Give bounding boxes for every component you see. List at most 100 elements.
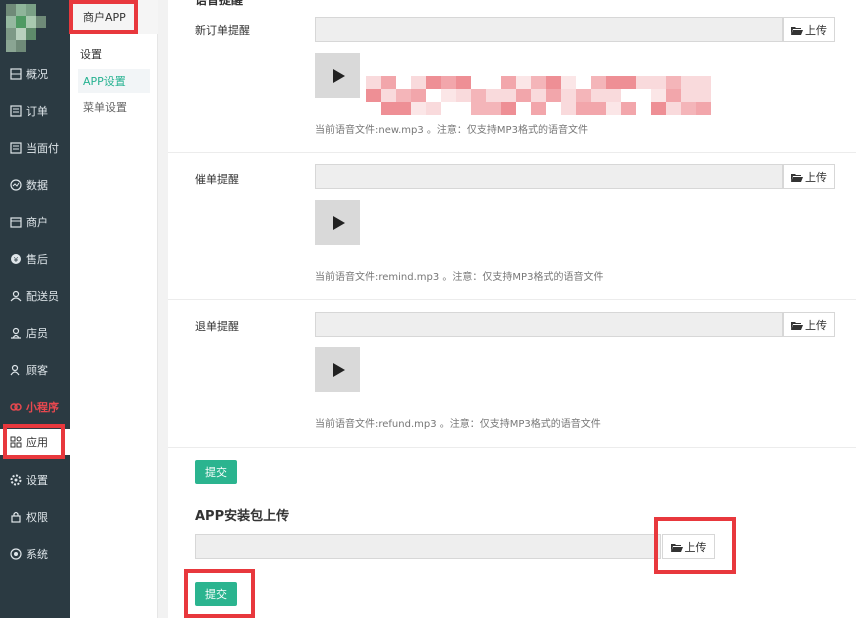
- overview-icon: [9, 67, 23, 81]
- remind-file-field[interactable]: [315, 164, 783, 189]
- waveform-pixel: [666, 102, 681, 115]
- refund-file-field[interactable]: [315, 312, 783, 337]
- nav-item-settings[interactable]: 设置: [0, 467, 70, 493]
- waveform-pixel: [381, 89, 396, 102]
- waveform-pixel: [591, 89, 606, 102]
- waveform-pixel: [546, 76, 561, 89]
- remind-hint: 当前语音文件:remind.mp3 。注意：仅支持MP3格式的语音文件: [315, 272, 604, 283]
- play-icon: [333, 215, 345, 230]
- apk-upload-button[interactable]: 上传: [662, 534, 715, 559]
- nav-label: 顾客: [26, 364, 48, 377]
- waveform-pixel: [501, 89, 516, 102]
- apk-file-field[interactable]: [195, 534, 661, 559]
- remind-upload-button[interactable]: 上传: [783, 164, 835, 189]
- waveform-pixel: [426, 102, 441, 115]
- nav-label: 当面付: [26, 142, 59, 155]
- new-order-file-field[interactable]: [315, 17, 783, 42]
- waveform-pixel: [456, 89, 471, 102]
- remind-play-button[interactable]: [315, 200, 360, 245]
- apps-icon: [9, 435, 23, 449]
- refund-upload-button[interactable]: 上传: [783, 312, 835, 337]
- play-icon: [333, 362, 345, 377]
- face-pay-icon: [9, 141, 23, 155]
- nav-label: 小程序: [26, 401, 59, 414]
- nav-item-after-sale[interactable]: ¥ 售后: [0, 246, 70, 272]
- nav-label: 订单: [26, 105, 48, 118]
- nav-item-overview[interactable]: 概况: [0, 61, 70, 87]
- waveform-pixel: [606, 76, 621, 89]
- waveform-pixel: [381, 102, 396, 115]
- nav-item-merchant[interactable]: 商户: [0, 209, 70, 235]
- waveform-pixel: [531, 89, 546, 102]
- sub-nav-app-settings[interactable]: APP设置: [78, 69, 150, 93]
- data-icon: [9, 178, 23, 192]
- waveform-pixel: [471, 89, 486, 102]
- new-order-play-button[interactable]: [315, 53, 360, 98]
- nav-item-orders[interactable]: 订单: [0, 98, 70, 124]
- waveform-pixel: [516, 76, 531, 89]
- nav-item-customer[interactable]: 顾客: [0, 357, 70, 383]
- settings-icon: [9, 473, 23, 487]
- waveform-pixel: [561, 89, 576, 102]
- sub-nav-title[interactable]: 商户APP: [70, 0, 158, 34]
- nav-item-mini-program[interactable]: 小程序: [0, 394, 70, 420]
- waveform-pixel: [426, 76, 441, 89]
- waveform-pixel: [561, 76, 576, 89]
- waveform-pixel: [546, 89, 561, 102]
- apk-submit-button[interactable]: 提交: [195, 582, 237, 606]
- nav-item-face-pay[interactable]: 当面付: [0, 135, 70, 161]
- nav-item-apps[interactable]: 应用: [0, 429, 70, 455]
- waveform-pixel: [621, 102, 636, 115]
- clerk-icon: [9, 326, 23, 340]
- waveform-pixel: [411, 102, 426, 115]
- waveform-pixel: [651, 102, 666, 115]
- nav-item-courier[interactable]: 配送员: [0, 283, 70, 309]
- waveform-pixel: [366, 89, 381, 102]
- sub-nav-menu-settings[interactable]: 菜单设置: [78, 95, 150, 119]
- new-order-hint: 当前语音文件:new.mp3 。注意：仅支持MP3格式的语音文件: [315, 125, 588, 136]
- waveform-pixel: [696, 102, 711, 115]
- waveform-pixel: [606, 102, 621, 115]
- refund-play-button[interactable]: [315, 347, 360, 392]
- refund-label: 退单提醒: [195, 320, 239, 333]
- folder-open-icon: [791, 25, 803, 35]
- main-content: 语音提醒 新订单提醒 上传 当前语音文件:new.mp3 。注意：仅支持MP3格…: [168, 0, 856, 618]
- waveform-pixel: [501, 102, 516, 115]
- nav-item-system[interactable]: 系统: [0, 541, 70, 567]
- upload-label: 上传: [805, 170, 827, 184]
- nav-label: 系统: [26, 548, 48, 561]
- nav-label: 店员: [26, 327, 48, 340]
- waveform-pixel: [396, 89, 411, 102]
- order-icon: [9, 104, 23, 118]
- waveform-pixel: [561, 102, 576, 115]
- waveform-pixel: [516, 89, 531, 102]
- nav-item-clerk[interactable]: 店员: [0, 320, 70, 346]
- waveform-pixel: [681, 102, 696, 115]
- avatar: [6, 4, 46, 60]
- nav-label: 数据: [26, 179, 48, 192]
- upload-label: 上传: [805, 318, 827, 332]
- main-nav: 概况 订单 当面付 数据 商户 ¥ 售后 配送员 店员 顾客 小程序 应用 设置…: [0, 0, 70, 618]
- nav-label: 概况: [26, 68, 48, 81]
- nav-item-permissions[interactable]: 权限: [0, 504, 70, 530]
- new-order-upload-button[interactable]: 上传: [783, 17, 835, 42]
- waveform-pixel: [411, 76, 426, 89]
- waveform-pixel: [696, 76, 711, 89]
- customer-icon: [9, 363, 23, 377]
- courier-icon: [9, 289, 23, 303]
- nav-item-data[interactable]: 数据: [0, 172, 70, 198]
- remind-label: 催单提醒: [195, 173, 239, 186]
- waveform-pixel: [651, 89, 666, 102]
- voice-submit-button[interactable]: 提交: [195, 460, 237, 484]
- nav-label: 商户: [26, 216, 48, 229]
- upload-label: 上传: [684, 540, 707, 554]
- upload-label: 上传: [805, 23, 827, 37]
- merchant-icon: [9, 215, 23, 229]
- waveform-pixel: [591, 102, 606, 115]
- folder-open-icon: [791, 320, 803, 330]
- waveform-pixel: [681, 89, 696, 102]
- section-heading-partial: 语音提醒: [195, 0, 244, 7]
- waveform-pixel: [636, 76, 651, 89]
- waveform-pixel: [411, 89, 426, 102]
- after-sale-icon: ¥: [9, 252, 23, 266]
